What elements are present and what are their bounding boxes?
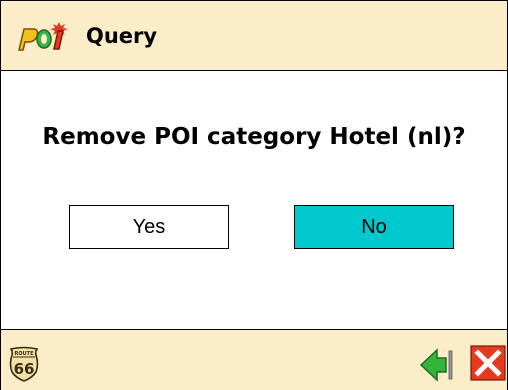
dialog-title: Query — [86, 24, 158, 48]
title-bar: Query — [1, 1, 507, 71]
no-button[interactable]: No — [294, 205, 454, 249]
question-text: Remove POI category Hotel (nl)? — [42, 124, 466, 150]
poi-logo-icon — [18, 22, 68, 51]
route-badge-number: 66 — [14, 360, 35, 378]
close-icon[interactable] — [470, 345, 506, 381]
query-dialog-window: Query Remove POI category Hotel (nl)? Ye… — [0, 0, 508, 390]
yes-button[interactable]: Yes — [69, 205, 229, 249]
bottom-bar: ROUTE 66 — [1, 329, 507, 390]
dialog-content: Remove POI category Hotel (nl)? Yes No — [1, 71, 507, 329]
no-button-label: No — [361, 215, 387, 238]
route-badge-top-text: ROUTE — [15, 351, 35, 357]
yes-button-label: Yes — [132, 215, 166, 238]
route66-badge-icon: ROUTE 66 — [9, 346, 39, 382]
back-arrow-icon[interactable] — [419, 347, 459, 383]
